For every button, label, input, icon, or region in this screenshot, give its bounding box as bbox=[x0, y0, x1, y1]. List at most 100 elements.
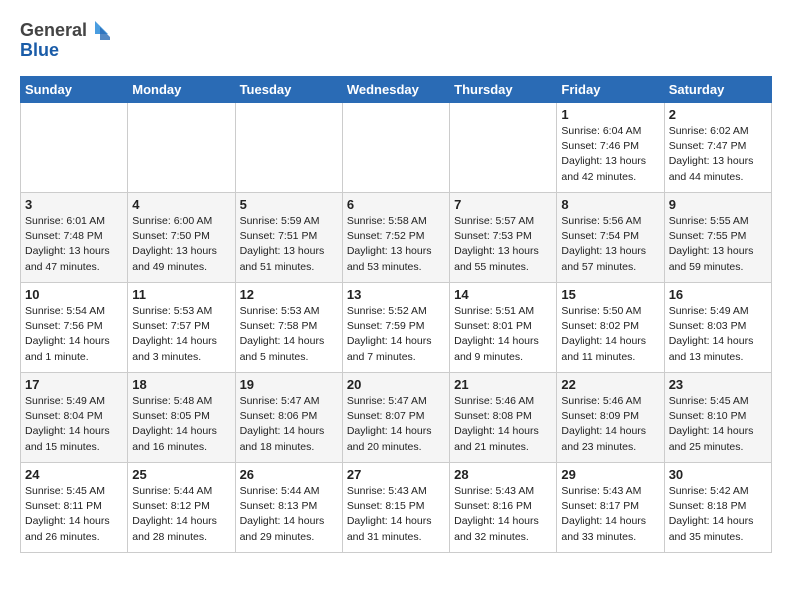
calendar-cell: 16 Sunrise: 5:49 AMSunset: 8:03 PMDayligh… bbox=[664, 283, 771, 373]
calendar-week-0: 1 Sunrise: 6:04 AMSunset: 7:46 PMDaylight… bbox=[21, 103, 772, 193]
day-info: Sunrise: 5:44 AMSunset: 8:13 PMDaylight:… bbox=[240, 484, 338, 545]
day-number: 18 bbox=[132, 377, 230, 392]
calendar-cell: 29 Sunrise: 5:43 AMSunset: 8:17 PMDayligh… bbox=[557, 463, 664, 553]
day-number: 3 bbox=[25, 197, 123, 212]
calendar-cell: 13 Sunrise: 5:52 AMSunset: 7:59 PMDayligh… bbox=[342, 283, 449, 373]
weekday-header-thursday: Thursday bbox=[450, 77, 557, 103]
day-number: 9 bbox=[669, 197, 767, 212]
day-info: Sunrise: 5:55 AMSunset: 7:55 PMDaylight:… bbox=[669, 214, 767, 275]
calendar-cell: 24 Sunrise: 5:45 AMSunset: 8:11 PMDayligh… bbox=[21, 463, 128, 553]
day-number: 17 bbox=[25, 377, 123, 392]
day-info: Sunrise: 5:53 AMSunset: 7:57 PMDaylight:… bbox=[132, 304, 230, 365]
calendar-cell: 23 Sunrise: 5:45 AMSunset: 8:10 PMDayligh… bbox=[664, 373, 771, 463]
logo: General Blue bbox=[20, 16, 110, 66]
weekday-header-friday: Friday bbox=[557, 77, 664, 103]
day-info: Sunrise: 5:54 AMSunset: 7:56 PMDaylight:… bbox=[25, 304, 123, 365]
header: General Blue bbox=[20, 16, 772, 66]
day-number: 14 bbox=[454, 287, 552, 302]
calendar-cell: 4Sunrise: 6:00 AMSunset: 7:50 PMDaylight… bbox=[128, 193, 235, 283]
calendar-cell: 11 Sunrise: 5:53 AMSunset: 7:57 PMDayligh… bbox=[128, 283, 235, 373]
day-number: 19 bbox=[240, 377, 338, 392]
day-number: 1 bbox=[561, 107, 659, 122]
day-info: Sunrise: 5:46 AMSunset: 8:08 PMDaylight:… bbox=[454, 394, 552, 455]
day-number: 29 bbox=[561, 467, 659, 482]
calendar-cell: 27Sunrise: 5:43 AMSunset: 8:15 PMDayligh… bbox=[342, 463, 449, 553]
day-number: 7 bbox=[454, 197, 552, 212]
day-number: 23 bbox=[669, 377, 767, 392]
day-info: Sunrise: 5:46 AMSunset: 8:09 PMDaylight:… bbox=[561, 394, 659, 455]
calendar-cell: 17 Sunrise: 5:49 AMSunset: 8:04 PMDayligh… bbox=[21, 373, 128, 463]
day-info: Sunrise: 5:59 AMSunset: 7:51 PMDaylight:… bbox=[240, 214, 338, 275]
day-number: 6 bbox=[347, 197, 445, 212]
calendar-cell bbox=[450, 103, 557, 193]
day-number: 27 bbox=[347, 467, 445, 482]
day-number: 28 bbox=[454, 467, 552, 482]
day-number: 12 bbox=[240, 287, 338, 302]
day-number: 15 bbox=[561, 287, 659, 302]
day-info: Sunrise: 5:49 AMSunset: 8:03 PMDaylight:… bbox=[669, 304, 767, 365]
calendar-cell: 2Sunrise: 6:02 AMSunset: 7:47 PMDaylight… bbox=[664, 103, 771, 193]
day-info: Sunrise: 6:02 AMSunset: 7:47 PMDaylight:… bbox=[669, 124, 767, 185]
weekday-header-wednesday: Wednesday bbox=[342, 77, 449, 103]
day-info: Sunrise: 6:01 AMSunset: 7:48 PMDaylight:… bbox=[25, 214, 123, 275]
day-info: Sunrise: 5:52 AMSunset: 7:59 PMDaylight:… bbox=[347, 304, 445, 365]
day-info: Sunrise: 5:51 AMSunset: 8:01 PMDaylight:… bbox=[454, 304, 552, 365]
weekday-header-sunday: Sunday bbox=[21, 77, 128, 103]
calendar-week-4: 24 Sunrise: 5:45 AMSunset: 8:11 PMDayligh… bbox=[21, 463, 772, 553]
weekday-row: SundayMondayTuesdayWednesdayThursdayFrid… bbox=[21, 77, 772, 103]
day-info: Sunrise: 5:58 AMSunset: 7:52 PMDaylight:… bbox=[347, 214, 445, 275]
day-number: 10 bbox=[25, 287, 123, 302]
calendar-cell: 30 Sunrise: 5:42 AMSunset: 8:18 PMDayligh… bbox=[664, 463, 771, 553]
calendar-cell: 22 Sunrise: 5:46 AMSunset: 8:09 PMDayligh… bbox=[557, 373, 664, 463]
calendar-body: 1 Sunrise: 6:04 AMSunset: 7:46 PMDaylight… bbox=[21, 103, 772, 553]
calendar-week-1: 3 Sunrise: 6:01 AMSunset: 7:48 PMDaylight… bbox=[21, 193, 772, 283]
day-info: Sunrise: 5:49 AMSunset: 8:04 PMDaylight:… bbox=[25, 394, 123, 455]
svg-text:Blue: Blue bbox=[20, 40, 59, 60]
day-number: 24 bbox=[25, 467, 123, 482]
day-number: 20 bbox=[347, 377, 445, 392]
day-info: Sunrise: 5:56 AMSunset: 7:54 PMDaylight:… bbox=[561, 214, 659, 275]
calendar-cell: 25Sunrise: 5:44 AMSunset: 8:12 PMDayligh… bbox=[128, 463, 235, 553]
day-info: Sunrise: 5:43 AMSunset: 8:17 PMDaylight:… bbox=[561, 484, 659, 545]
calendar-cell: 3 Sunrise: 6:01 AMSunset: 7:48 PMDaylight… bbox=[21, 193, 128, 283]
day-info: Sunrise: 5:43 AMSunset: 8:16 PMDaylight:… bbox=[454, 484, 552, 545]
page: General Blue SundayMondayTuesdayWednesda… bbox=[0, 0, 792, 569]
calendar-cell: 6 Sunrise: 5:58 AMSunset: 7:52 PMDaylight… bbox=[342, 193, 449, 283]
day-number: 22 bbox=[561, 377, 659, 392]
calendar-cell bbox=[342, 103, 449, 193]
calendar-cell: 28 Sunrise: 5:43 AMSunset: 8:16 PMDayligh… bbox=[450, 463, 557, 553]
day-number: 4 bbox=[132, 197, 230, 212]
day-info: Sunrise: 5:42 AMSunset: 8:18 PMDaylight:… bbox=[669, 484, 767, 545]
calendar-table: SundayMondayTuesdayWednesdayThursdayFrid… bbox=[20, 76, 772, 553]
calendar-cell: 21Sunrise: 5:46 AMSunset: 8:08 PMDayligh… bbox=[450, 373, 557, 463]
calendar-cell: 10 Sunrise: 5:54 AMSunset: 7:56 PMDayligh… bbox=[21, 283, 128, 373]
calendar-header: SundayMondayTuesdayWednesdayThursdayFrid… bbox=[21, 77, 772, 103]
day-info: Sunrise: 5:45 AMSunset: 8:11 PMDaylight:… bbox=[25, 484, 123, 545]
day-number: 30 bbox=[669, 467, 767, 482]
day-info: Sunrise: 5:47 AMSunset: 8:07 PMDaylight:… bbox=[347, 394, 445, 455]
day-info: Sunrise: 5:44 AMSunset: 8:12 PMDaylight:… bbox=[132, 484, 230, 545]
calendar-week-3: 17 Sunrise: 5:49 AMSunset: 8:04 PMDayligh… bbox=[21, 373, 772, 463]
day-number: 11 bbox=[132, 287, 230, 302]
day-info: Sunrise: 5:53 AMSunset: 7:58 PMDaylight:… bbox=[240, 304, 338, 365]
calendar-cell: 20 Sunrise: 5:47 AMSunset: 8:07 PMDayligh… bbox=[342, 373, 449, 463]
weekday-header-monday: Monday bbox=[128, 77, 235, 103]
day-number: 5 bbox=[240, 197, 338, 212]
weekday-header-tuesday: Tuesday bbox=[235, 77, 342, 103]
day-number: 13 bbox=[347, 287, 445, 302]
calendar-cell: 19 Sunrise: 5:47 AMSunset: 8:06 PMDayligh… bbox=[235, 373, 342, 463]
calendar-cell: 8Sunrise: 5:56 AMSunset: 7:54 PMDaylight… bbox=[557, 193, 664, 283]
svg-text:General: General bbox=[20, 20, 87, 40]
day-info: Sunrise: 5:47 AMSunset: 8:06 PMDaylight:… bbox=[240, 394, 338, 455]
calendar-cell: 7Sunrise: 5:57 AMSunset: 7:53 PMDaylight… bbox=[450, 193, 557, 283]
logo-svg: General Blue bbox=[20, 16, 110, 66]
calendar-cell: 15Sunrise: 5:50 AMSunset: 8:02 PMDayligh… bbox=[557, 283, 664, 373]
calendar-cell: 26Sunrise: 5:44 AMSunset: 8:13 PMDayligh… bbox=[235, 463, 342, 553]
day-info: Sunrise: 5:45 AMSunset: 8:10 PMDaylight:… bbox=[669, 394, 767, 455]
calendar-cell: 18Sunrise: 5:48 AMSunset: 8:05 PMDayligh… bbox=[128, 373, 235, 463]
day-number: 16 bbox=[669, 287, 767, 302]
calendar-cell: 14 Sunrise: 5:51 AMSunset: 8:01 PMDayligh… bbox=[450, 283, 557, 373]
day-info: Sunrise: 6:04 AMSunset: 7:46 PMDaylight:… bbox=[561, 124, 659, 185]
calendar-cell: 12 Sunrise: 5:53 AMSunset: 7:58 PMDayligh… bbox=[235, 283, 342, 373]
calendar-cell: 5 Sunrise: 5:59 AMSunset: 7:51 PMDaylight… bbox=[235, 193, 342, 283]
